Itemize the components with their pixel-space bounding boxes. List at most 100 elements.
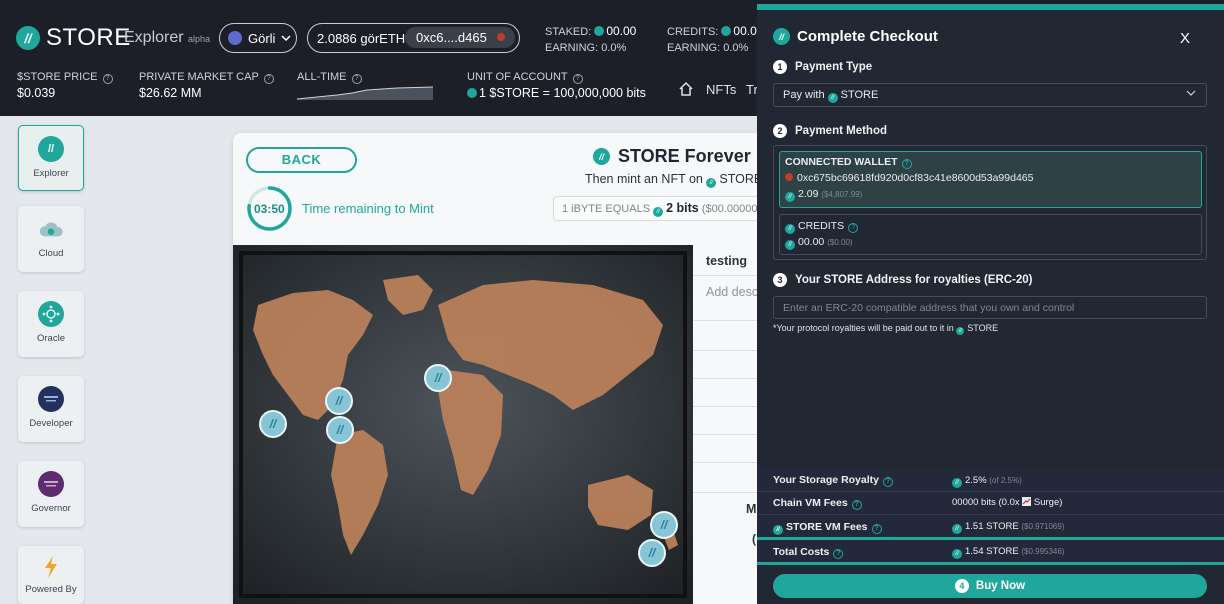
help-icon[interactable]: ? [871,524,882,534]
sidebar-item-developer[interactable]: Developer [18,376,84,442]
sidebar-item-label: Oracle [37,333,65,344]
price-sparkline [297,86,433,100]
help-icon[interactable]: ? [102,74,113,84]
close-button[interactable]: X [1180,30,1190,47]
chart-up-icon [1022,497,1032,506]
help-icon[interactable]: ? [833,549,844,559]
earning-label: EARNING: [667,42,721,54]
market-cap-label: PRIVATE MARKET CAP? [139,71,274,84]
nft-title-field[interactable]: testing [706,254,747,268]
sidebar-item-oracle[interactable]: Oracle [18,291,84,357]
divider [757,491,1224,492]
total-costs-label: Total Costs? [773,546,844,559]
sidebar-item-label: Explorer [33,168,69,179]
unit-of-account-value: 1 $STORE = 100,000,000 bits [467,86,646,100]
nft-description-field[interactable]: Add desc [706,285,758,299]
wallet-address-short: 0xc6....d465 [416,30,487,45]
store-coin-icon: // [593,148,610,165]
map-pin[interactable]: // [259,410,287,438]
help-icon[interactable]: ? [901,159,912,169]
divider [693,462,763,463]
wallet-address-button[interactable]: 0xc6....d465 [405,27,515,48]
governor-icon [38,471,64,497]
store-coin-icon: // [706,178,717,188]
help-icon[interactable]: ? [263,74,274,84]
map-pin[interactable]: // [638,539,666,567]
help-icon[interactable]: ? [851,500,862,510]
store-price-label: $STORE PRICE? [17,71,113,84]
network-name: Görli [248,30,276,46]
store-logo[interactable]: // STORE [16,24,131,52]
map-pin[interactable]: // [325,387,353,415]
sidebar-item-cloud[interactable]: Cloud [18,206,84,272]
divider [693,492,763,493]
sidebar-item-powered-by[interactable]: Powered By [18,546,84,604]
help-icon[interactable]: ? [848,223,859,233]
step-payment-method: 2 Payment Method [773,124,887,138]
lightning-icon [38,554,64,580]
chain-vm-fees-label: Chain VM Fees? [773,497,862,510]
store-price-value: $0.039 [17,86,56,100]
divider [693,350,763,351]
page-title: // STORE Forever [593,146,751,167]
credits-label: CREDITS: [667,26,719,38]
wallet-connect-pill[interactable]: 2.0886 görETH 0xc6....d465 [307,23,520,53]
sidebar-item-label: Cloud [38,248,64,259]
chevron-down-icon [281,35,291,41]
sidebar-item-governor[interactable]: Governor [18,461,84,527]
sidebar-item-explorer[interactable]: // Explorer [18,125,84,191]
unit-of-account-label: UNIT OF ACCOUNT? [467,71,583,84]
store-logo-icon: // [16,26,40,50]
help-icon[interactable]: ? [351,74,362,84]
help-icon[interactable]: ? [572,74,583,84]
store-coin-icon: // [785,192,795,202]
developer-icon [38,386,64,412]
app-title: Explorer alpha [124,29,210,47]
step-number: 4 [954,579,969,593]
chain-vm-fees-value: 00000 bits (0.0x Surge) [952,497,1063,508]
eth-balance: 2.0886 görETH [317,30,406,46]
store-coin-icon: // [827,93,838,103]
staked-stats: STAKED: 00.00 EARNING: 0.0% [545,23,636,56]
payment-type-select[interactable]: Pay with //STORE [773,83,1207,107]
ethereum-icon [228,31,242,45]
home-icon[interactable] [678,81,694,97]
divider [757,514,1224,515]
credits-option[interactable]: //CREDITS? //00.00 ($0.00) [779,214,1202,255]
world-map-image: // // // // // // [233,245,693,604]
panel-accent-bar [757,4,1224,10]
truncated-label: M [746,502,757,516]
store-coin-icon: // [785,240,795,250]
map-pin[interactable]: // [424,364,452,392]
step-payment-type: 1 Payment Type [773,60,872,74]
divider [693,320,763,321]
credits-option-balance: //00.00 ($0.00) [785,236,853,250]
sidebar-item-label: Developer [29,418,73,429]
step-number: 1 [773,60,787,74]
alpha-tag: alpha [188,34,211,44]
timer-label: Time remaining to Mint [302,201,434,216]
step-number: 2 [773,124,787,138]
map-pin[interactable]: // [326,416,354,444]
connected-wallet-option[interactable]: CONNECTED WALLET? 0xc675bc69618fd920d0cf… [779,151,1202,208]
chevron-down-icon [1186,90,1196,96]
total-accent-line [757,537,1224,540]
all-time-label: ALL-TIME? [297,71,362,84]
wallet-status-icon [785,173,793,181]
cloud-icon [38,216,64,242]
store-coin-icon: // [773,525,783,535]
store-coin-icon: // [952,478,962,488]
store-vm-fees-value: //1.51 STORE ($0.971069) [952,521,1064,534]
map-pin[interactable]: // [650,511,678,539]
buy-now-button[interactable]: 4 Buy Now [773,574,1207,598]
royalty-address-input[interactable] [773,296,1207,319]
network-selector[interactable]: Görli [219,23,297,53]
wallet-option-label: CONNECTED WALLET? [785,156,912,169]
step-royalty-address: 3 Your STORE Address for royalties (ERC-… [773,273,1033,287]
store-coin-icon [594,26,605,36]
nav-nfts[interactable]: NFTs [706,82,736,97]
back-button[interactable]: BACK [246,147,357,173]
help-icon[interactable]: ? [883,477,893,487]
brand-name: STORE [46,24,131,51]
checkout-title: // Complete Checkout [773,28,938,45]
